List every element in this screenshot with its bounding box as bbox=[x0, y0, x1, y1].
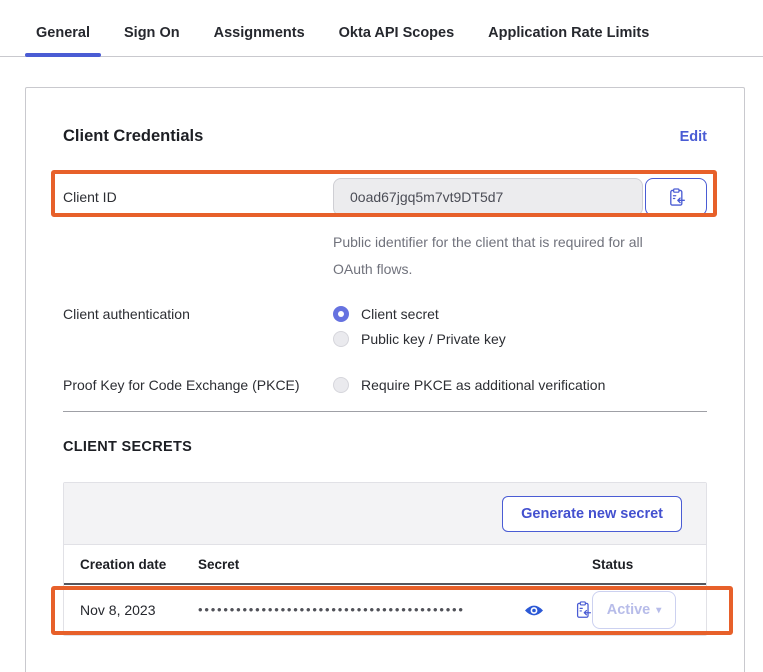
pkce-row: Proof Key for Code Exchange (PKCE) Requi… bbox=[63, 368, 707, 393]
status-cell: Active ▾ bbox=[592, 591, 692, 629]
eye-icon bbox=[524, 604, 544, 617]
client-id-field[interactable]: 0oad67jgq5m7vt9DT5d7 bbox=[333, 178, 643, 216]
radio-public-private-key-label: Public key / Private key bbox=[361, 331, 506, 347]
secret-table-row: Nov 8, 2023 ••••••••••••••••••••••••••••… bbox=[64, 585, 706, 635]
tab-okta-api-scopes[interactable]: Okta API Scopes bbox=[328, 8, 466, 56]
radio-client-secret[interactable]: Client secret bbox=[333, 306, 707, 322]
edit-link[interactable]: Edit bbox=[680, 129, 707, 145]
status-active-label: Active bbox=[607, 602, 651, 618]
client-authentication-row: Client authentication Client secret Publ… bbox=[63, 297, 707, 347]
tab-assignments[interactable]: Assignments bbox=[203, 8, 316, 56]
copy-icon bbox=[667, 188, 686, 207]
secret-creation-date: Nov 8, 2023 bbox=[80, 602, 198, 618]
pkce-options: Require PKCE as additional verification bbox=[333, 368, 707, 393]
tab-sign-on[interactable]: Sign On bbox=[113, 8, 191, 56]
status-active-dropdown[interactable]: Active ▾ bbox=[592, 591, 676, 629]
client-secrets-panel: Generate new secret Creation date Secret… bbox=[63, 482, 707, 636]
client-credentials-header: Client Credentials Edit bbox=[63, 127, 707, 146]
secret-value-cell: ••••••••••••••••••••••••••••••••••••••••… bbox=[198, 601, 592, 619]
client-id-control: 0oad67jgq5m7vt9DT5d7 bbox=[333, 178, 707, 216]
pkce-option-label: Require PKCE as additional verification bbox=[361, 377, 605, 393]
tab-application-rate-limits[interactable]: Application Rate Limits bbox=[477, 8, 660, 56]
copy-secret-button[interactable] bbox=[574, 601, 592, 619]
general-settings-card: Client Credentials Edit Client ID 0oad67… bbox=[25, 87, 745, 672]
client-authentication-options: Client secret Public key / Private key bbox=[333, 297, 707, 347]
pkce-checkbox-option[interactable]: Require PKCE as additional verification bbox=[333, 377, 707, 393]
copy-client-id-button[interactable] bbox=[645, 178, 707, 216]
client-secrets-toolbar: Generate new secret bbox=[64, 483, 706, 545]
checkbox-unchecked-icon[interactable] bbox=[333, 377, 349, 393]
tab-general[interactable]: General bbox=[25, 8, 101, 56]
client-id-help-text: Public identifier for the client that is… bbox=[333, 229, 678, 283]
column-header-creation-date: Creation date bbox=[80, 557, 198, 572]
generate-new-secret-button[interactable]: Generate new secret bbox=[502, 496, 682, 532]
radio-public-private-key[interactable]: Public key / Private key bbox=[333, 331, 707, 347]
chevron-down-icon: ▾ bbox=[656, 605, 661, 616]
radio-unselected-icon[interactable] bbox=[333, 331, 349, 347]
radio-client-secret-label: Client secret bbox=[361, 306, 439, 322]
app-tab-bar: General Sign On Assignments Okta API Sco… bbox=[0, 0, 763, 57]
client-credentials-title: Client Credentials bbox=[63, 127, 203, 146]
masked-secret-value: ••••••••••••••••••••••••••••••••••••••••… bbox=[198, 603, 520, 617]
reveal-secret-button[interactable] bbox=[524, 604, 544, 617]
section-divider bbox=[63, 411, 707, 412]
radio-selected-icon[interactable] bbox=[333, 306, 349, 322]
column-header-status: Status bbox=[592, 557, 692, 572]
copy-icon bbox=[574, 601, 592, 619]
secrets-table-header: Creation date Secret Status bbox=[64, 545, 706, 585]
pkce-label: Proof Key for Code Exchange (PKCE) bbox=[63, 368, 333, 393]
client-id-row: Client ID 0oad67jgq5m7vt9DT5d7 Public id… bbox=[63, 178, 707, 283]
client-id-label: Client ID bbox=[63, 178, 333, 216]
client-secrets-title: CLIENT SECRETS bbox=[63, 439, 707, 455]
column-header-secret: Secret bbox=[198, 557, 592, 572]
client-authentication-label: Client authentication bbox=[63, 297, 333, 347]
